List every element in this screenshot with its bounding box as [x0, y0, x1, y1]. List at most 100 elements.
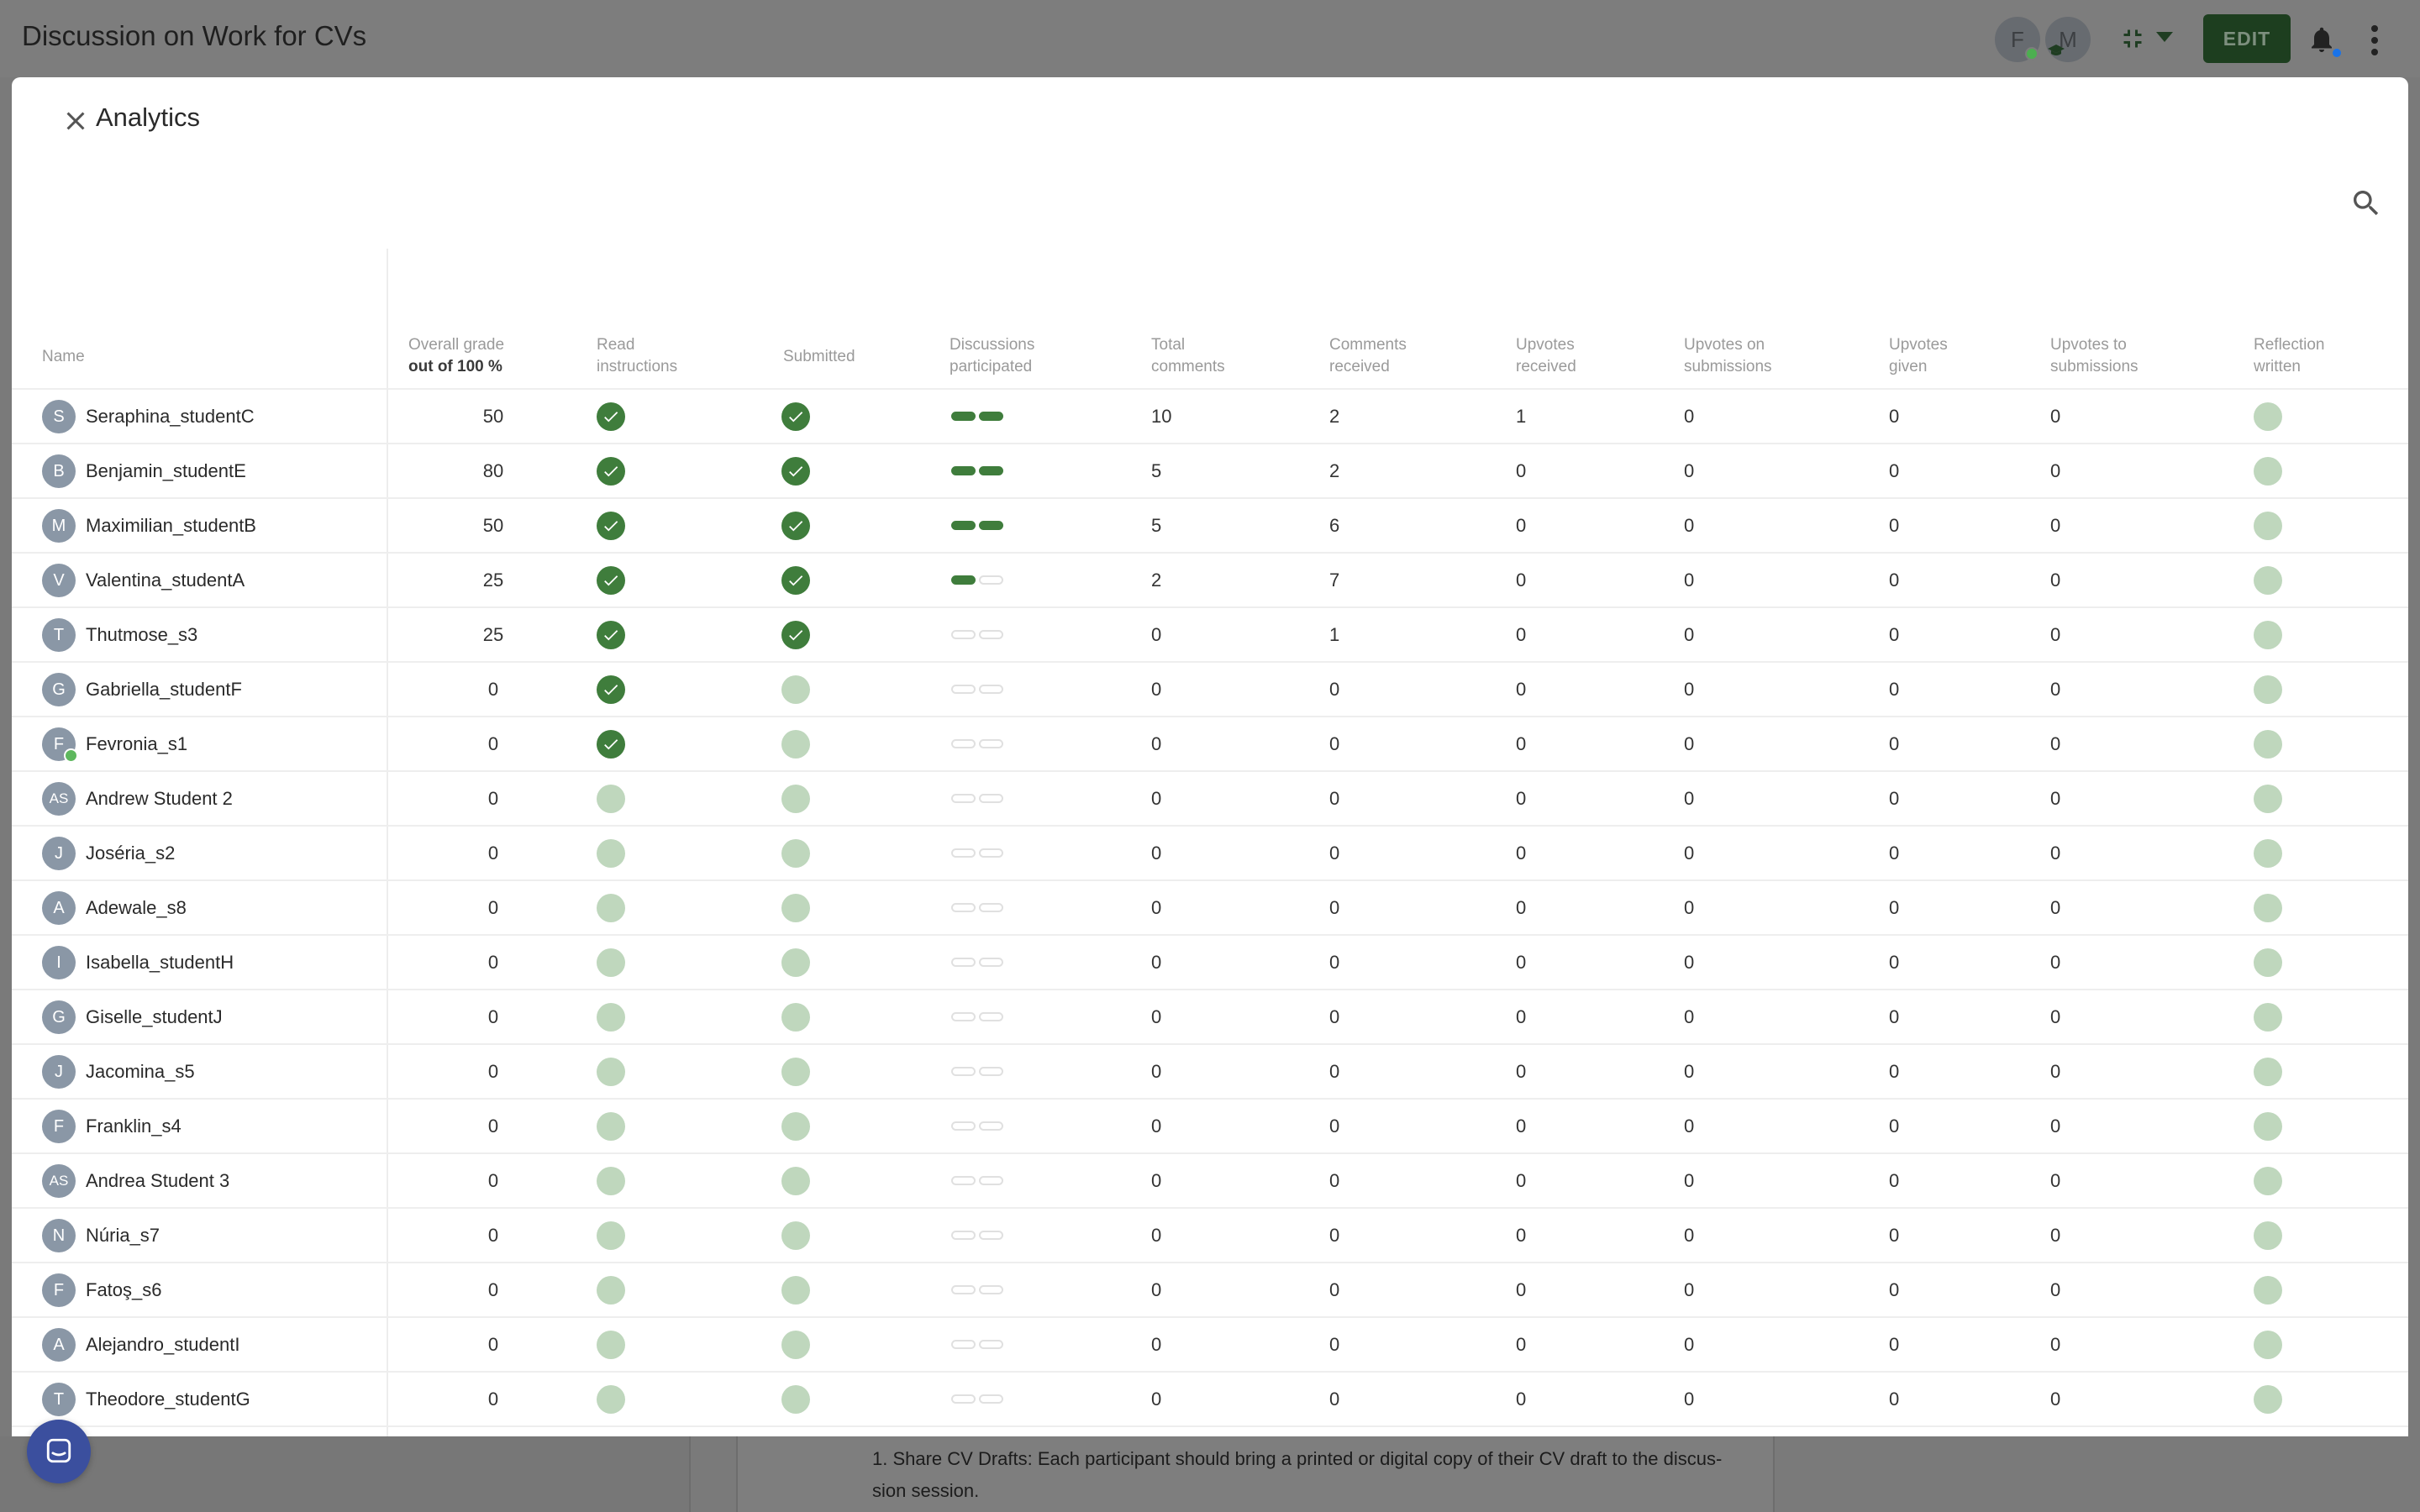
table-row[interactable]: G Gabriella_studentF 0 0 0 0 0 0 0	[12, 663, 2408, 717]
student-name[interactable]: Isabella_studentH	[86, 936, 234, 989]
reflection-status	[2254, 390, 2282, 443]
student-name[interactable]: Andrew Student 2	[86, 772, 233, 825]
total-comments: 0	[1151, 1169, 1162, 1191]
search-icon[interactable]	[2349, 186, 2383, 220]
pending-icon	[781, 1275, 810, 1305]
edit-button[interactable]: EDIT	[2203, 14, 2291, 63]
table-row[interactable]: B Benjamin_studentE 80 5 2 0 0 0 0	[12, 444, 2408, 499]
table-row[interactable]: J Jacomina_s5 0 0 0 0 0 0 0	[12, 1045, 2408, 1100]
discussion-pill	[979, 1012, 1003, 1021]
avatar-initials: AS	[49, 790, 69, 806]
table-row[interactable]: A Adewale_s8 0 0 0 0 0 0 0	[12, 881, 2408, 936]
comments-received: 6	[1329, 514, 1340, 536]
column-header-label: Upvotes	[1889, 336, 1948, 354]
student-name[interactable]: Fevronia_s1	[86, 717, 187, 770]
discussion-pill	[951, 1340, 976, 1349]
upvotes-given: 0	[1889, 405, 1900, 427]
student-name[interactable]: Valentina_studentA	[86, 554, 245, 606]
close-icon[interactable]	[60, 106, 91, 136]
table-row[interactable]: T Theodore_studentG 0 0 0 0 0 0 0	[12, 1373, 2408, 1427]
table-row[interactable]: F Fevronia_s1 0 0 0 0 0 0 0	[12, 717, 2408, 772]
student-name[interactable]: Benjamin_studentE	[86, 444, 246, 497]
pending-icon	[781, 675, 810, 704]
student-name[interactable]: Jacomina_s5	[86, 1045, 195, 1098]
avatar-initials: B	[53, 461, 65, 480]
table-row[interactable]: J Joséria_s2 0 0 0 0 0 0 0	[12, 827, 2408, 881]
overall-grade: 0	[487, 1278, 499, 1300]
avatar: V	[42, 564, 76, 597]
read-instructions-status	[597, 1427, 625, 1436]
comments-received: 0	[1329, 1005, 1340, 1027]
student-name[interactable]: Andrei Student 1	[86, 1427, 224, 1436]
column-header-total-comments[interactable]: Total comments	[1151, 334, 1225, 378]
table-row[interactable]: T Thutmose_s3 25 0 1 0 0 0 0	[12, 608, 2408, 663]
discussion-pill	[979, 794, 1003, 803]
discussion-pill	[951, 958, 976, 967]
column-header-upvotes-received[interactable]: Upvotes received	[1516, 334, 1576, 378]
table-row[interactable]: F Fatoş_s6 0 0 0 0 0 0 0	[12, 1263, 2408, 1318]
table-row[interactable]: I Isabella_studentH 0 0 0 0 0 0 0	[12, 936, 2408, 990]
student-name[interactable]: Giselle_studentJ	[86, 990, 223, 1043]
column-header-read[interactable]: Read instructions	[597, 334, 677, 378]
table-row[interactable]: S Seraphina_studentC 50 10 2 1 0 0 0	[12, 390, 2408, 444]
discussion-pill	[951, 630, 976, 639]
table-row[interactable]: M Maximilian_studentB 50 5 6 0 0 0 0	[12, 499, 2408, 554]
discussions-progress	[951, 1154, 1003, 1207]
upvotes-received: 0	[1516, 787, 1527, 809]
overall-grade: 25	[482, 569, 504, 591]
chevron-down-icon[interactable]	[2156, 32, 2173, 42]
column-header-submitted[interactable]: Submitted	[783, 346, 855, 368]
student-name[interactable]: Theodore_studentG	[86, 1373, 250, 1425]
analytics-modal: Analytics Name Overall grade out of 100 …	[12, 77, 2408, 1436]
upvotes-on-submissions: 0	[1684, 678, 1695, 700]
table-row[interactable]: V Valentina_studentA 25 2 7 0 0 0 0	[12, 554, 2408, 608]
read-instructions-status	[597, 1100, 625, 1152]
check-icon	[597, 511, 625, 540]
column-header-grade[interactable]: Overall grade out of 100 %	[408, 334, 504, 378]
total-comments: 0	[1151, 1060, 1162, 1082]
upvotes-to-submissions: 0	[2050, 732, 2061, 754]
column-header-upvotes-to-submissions[interactable]: Upvotes to submissions	[2050, 334, 2139, 378]
column-header-comments-received[interactable]: Comments received	[1329, 334, 1407, 378]
student-name[interactable]: Adewale_s8	[86, 881, 187, 934]
student-name[interactable]: Fatoş_s6	[86, 1263, 162, 1316]
student-name[interactable]: Gabriella_studentF	[86, 663, 242, 716]
read-instructions-status	[597, 717, 625, 770]
discussion-pill	[951, 575, 976, 585]
discussion-pill	[951, 685, 976, 694]
student-name[interactable]: Andrea Student 3	[86, 1154, 229, 1207]
student-name[interactable]: Maximilian_studentB	[86, 499, 256, 552]
column-header-name[interactable]: Name	[42, 346, 85, 368]
upvotes-given: 0	[1889, 896, 1900, 918]
table-row[interactable]: N Núria_s7 0 0 0 0 0 0 0	[12, 1209, 2408, 1263]
student-name[interactable]: Franklin_s4	[86, 1100, 182, 1152]
pending-icon	[2254, 1111, 2282, 1141]
collapse-icon[interactable]	[2118, 24, 2148, 54]
table-row[interactable]: A Alejandro_studentI 0 0 0 0 0 0 0	[12, 1318, 2408, 1373]
pending-icon	[597, 1384, 625, 1414]
more-vert-icon[interactable]	[2370, 24, 2380, 57]
student-name[interactable]: Joséria_s2	[86, 827, 175, 879]
table-row[interactable]: AS Andrew Student 2 0 0 0 0 0 0 0	[12, 772, 2408, 827]
upvotes-received: 0	[1516, 623, 1527, 645]
table-row[interactable]: AS Andrea Student 3 0 0 0 0 0 0 0	[12, 1154, 2408, 1209]
read-instructions-status	[597, 1263, 625, 1316]
student-name[interactable]: Seraphina_studentC	[86, 390, 255, 443]
comments-received: 0	[1329, 896, 1340, 918]
column-header-discussions[interactable]: Discussions participated	[950, 334, 1034, 378]
table-row[interactable]: F Franklin_s4 0 0 0 0 0 0 0	[12, 1100, 2408, 1154]
student-name[interactable]: Thutmose_s3	[86, 608, 197, 661]
pending-icon	[781, 1166, 810, 1195]
student-name[interactable]: Alejandro_studentI	[86, 1318, 239, 1371]
submitted-status	[781, 827, 810, 879]
discussions-progress	[951, 717, 1003, 770]
column-header-upvotes-given[interactable]: Upvotes given	[1889, 334, 1948, 378]
student-name[interactable]: Núria_s7	[86, 1209, 160, 1262]
upvotes-to-submissions: 0	[2050, 678, 2061, 700]
upvotes-received: 0	[1516, 842, 1527, 864]
column-header-reflection[interactable]: Reflection written	[2254, 334, 2325, 378]
table-row[interactable]: G Giselle_studentJ 0 0 0 0 0 0 0	[12, 990, 2408, 1045]
table-row[interactable]: ASAndrei Student 10000000	[12, 1427, 2408, 1436]
chat-button[interactable]	[27, 1420, 91, 1483]
column-header-upvotes-on-submissions[interactable]: Upvotes on submissions	[1684, 334, 1772, 378]
